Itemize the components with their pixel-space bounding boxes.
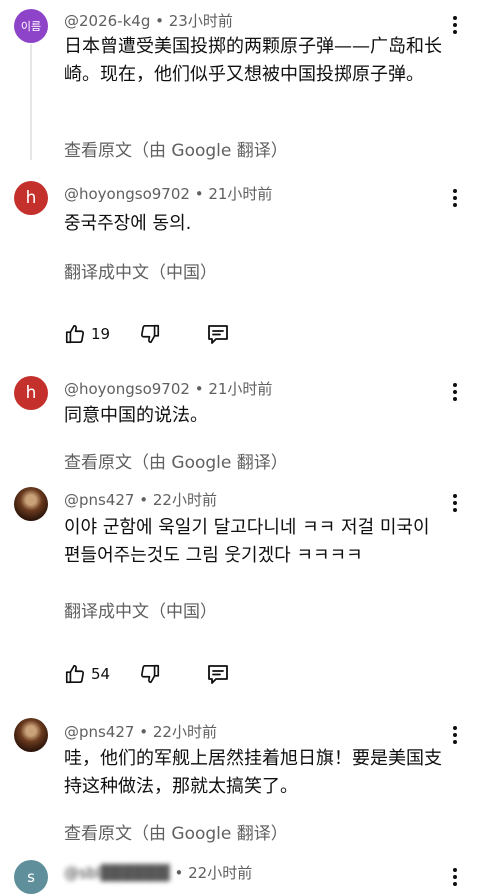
more-vertical-icon[interactable] [445,862,465,892]
more-vertical-icon[interactable] [445,377,465,407]
comment-text: 哇，他们的军舰上居然挂着旭日旗！要是美国支持这种做法，那就太搞笑了。 [64,748,442,797]
comment-time: 22小时前 [152,723,217,741]
avatar[interactable]: h [14,376,48,410]
avatar[interactable]: 이름 [14,9,48,43]
dislike-button[interactable] [139,659,161,689]
comment-text: 日本曾遭受美国投掷的两颗原子弹——广岛和长崎。现在，他们似乎又想被中国投掷原子弹… [64,36,442,85]
translate-link[interactable]: 查看原文（由 Google 翻译） [64,136,288,161]
dislike-button[interactable] [139,319,161,349]
thumbs-up-icon [65,324,85,344]
meta-separator: • [189,185,209,203]
author-handle[interactable]: @hoyongso9702 [64,185,190,203]
comment-meta: @sbl▓▓▓▓▓▓ • 22小时前 [64,862,252,883]
comment-meta: @2026-k4g • 23小时前 [64,10,233,31]
avatar[interactable] [14,718,48,752]
thumbs-up-icon [65,664,85,684]
like-count: 54 [91,665,111,683]
comment-meta: @hoyongso9702 • 21小时前 [64,378,272,399]
avatar[interactable]: s [14,860,48,894]
comment-meta: @hoyongso9702 • 21小时前 [64,183,272,204]
comment-time: 23小时前 [168,12,233,30]
reply-button[interactable] [206,319,230,349]
comment-text: 이야 군함에 욱일기 달고다니네 ㅋㅋ 저걸 미국이 편들어주는것도 그림 웃기… [64,517,430,566]
like-button[interactable]: 54 [64,659,110,689]
more-vertical-icon[interactable] [445,720,465,750]
meta-separator: • [134,491,153,509]
translate-link[interactable]: 翻译成中文（中国） [64,258,217,283]
comment-meta: @pns427 • 22小时前 [64,489,217,510]
more-vertical-icon[interactable] [445,10,465,40]
thumbs-down-icon [140,664,160,684]
author-handle[interactable]: @2026-k4g [64,12,150,30]
like-count: 19 [91,325,111,343]
reply-icon [208,325,228,344]
avatar[interactable] [14,487,48,521]
meta-separator: • [134,723,153,741]
like-button[interactable]: 19 [64,319,110,349]
meta-separator: • [189,380,209,398]
translate-link[interactable]: 查看原文（由 Google 翻译） [64,448,288,473]
reply-button[interactable] [206,659,230,689]
author-handle[interactable]: @sbl▓▓▓▓▓▓ [64,864,170,882]
comment-text: 同意中国的说法。 [64,405,208,426]
author-handle[interactable]: @pns427 [64,491,134,509]
comment-time: 22小时前 [188,864,253,882]
more-vertical-icon[interactable] [445,183,465,213]
meta-separator: • [150,12,169,30]
more-vertical-icon[interactable] [445,488,465,518]
comment-meta: @pns427 • 22小时前 [64,721,217,742]
author-handle[interactable]: @hoyongso9702 [64,380,190,398]
comment-time: 22小时前 [152,491,217,509]
reply-icon [208,665,228,684]
comment-text: 중국주장에 동의. [64,213,192,234]
meta-separator: • [169,864,189,882]
translate-link[interactable]: 翻译成中文（中国） [64,597,217,622]
avatar[interactable]: h [14,181,48,215]
translate-link[interactable]: 查看原文（由 Google 翻译） [64,819,288,844]
comment-time: 21小时前 [208,185,273,203]
thumbs-down-icon [140,324,160,344]
thread-line [30,44,32,160]
author-handle[interactable]: @pns427 [64,723,134,741]
comment-time: 21小时前 [208,380,273,398]
